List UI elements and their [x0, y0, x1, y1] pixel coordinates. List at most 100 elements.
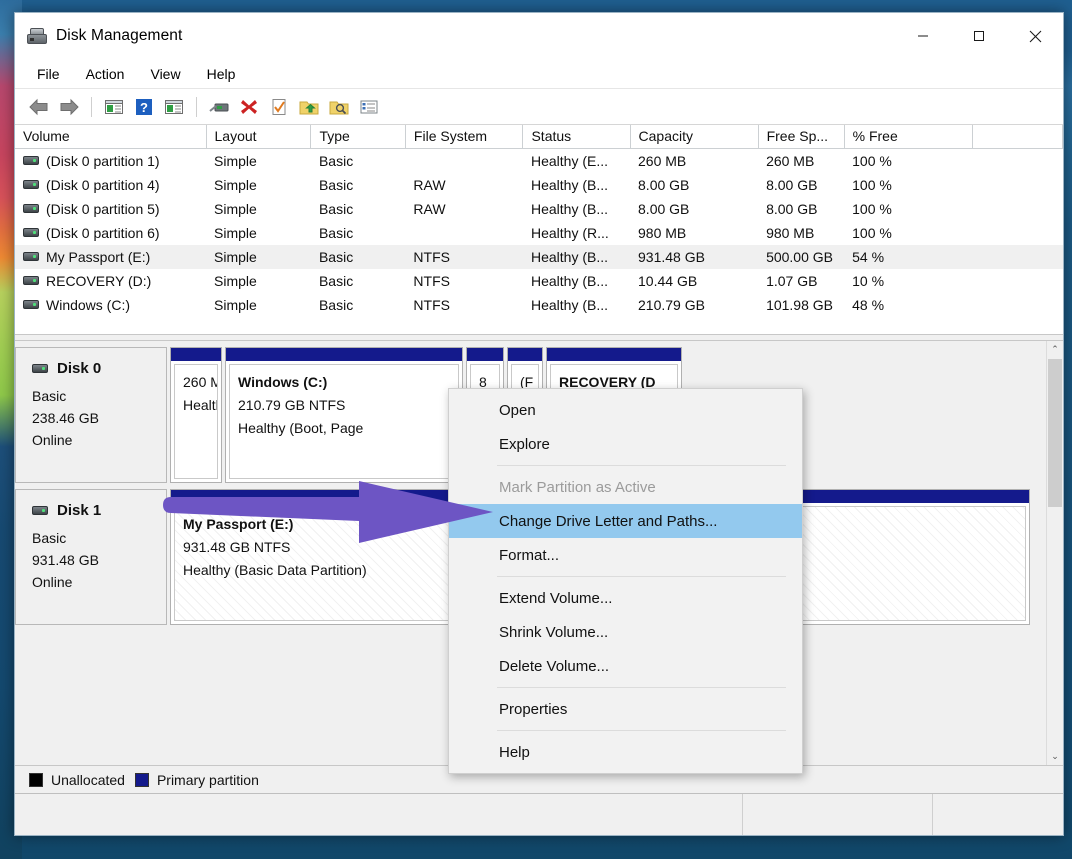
context-menu-item[interactable]: Explore	[449, 427, 802, 461]
drive-icon	[23, 252, 39, 261]
details-view-icon[interactable]	[355, 93, 383, 121]
back-arrow-icon[interactable]	[25, 93, 53, 121]
type-cell: Basic	[318, 200, 354, 217]
disk-header[interactable]: Disk 0 Basic 238.46 GB Online	[15, 347, 167, 483]
column-header-percent-free[interactable]: % Free	[844, 125, 973, 149]
partition-block[interactable]: Windows (C:) 210.79 GB NTFS Healthy (Boot,…	[225, 347, 463, 483]
disk-size: 931.48 GB	[32, 552, 99, 568]
scroll-up-button[interactable]: ⌃	[1046, 341, 1063, 358]
layout-cell: Simple	[214, 272, 257, 289]
legend-swatch	[29, 772, 43, 787]
disk-state: Online	[32, 432, 73, 448]
capacity-cell: 10.44 GB	[638, 272, 698, 289]
context-menu-separator	[497, 730, 786, 731]
legend-label: Unallocated	[51, 771, 125, 788]
drive-icon	[23, 228, 39, 237]
table-row[interactable]: RECOVERY (D:) Simple Basic NTFS Healthy (B..…	[15, 269, 1063, 293]
window-title: Disk Management	[56, 27, 183, 44]
title-bar: Disk Management	[15, 13, 1063, 59]
partition-size: 210.79 GB NTFS	[238, 397, 346, 413]
table-row[interactable]: (Disk 0 partition 5) Simple Basic RAW Health…	[15, 197, 1063, 221]
context-menu-item[interactable]: Properties	[449, 692, 802, 726]
drive-icon	[23, 276, 39, 285]
partition-color-bar	[171, 348, 221, 361]
scroll-down-button[interactable]: ⌄	[1046, 748, 1063, 765]
spacer-cell	[972, 293, 1062, 317]
column-header-file-system[interactable]: File System	[405, 125, 524, 149]
drive-icon	[23, 156, 39, 166]
spacer-cell	[972, 221, 1062, 245]
disk-kind: Basic	[32, 388, 67, 404]
volume-table: Volume Layout Type File System Status Ca…	[15, 125, 1063, 317]
title-bar-left: Disk Management	[15, 27, 182, 45]
file-system-cell	[405, 221, 523, 245]
layout-cell: Simple	[214, 152, 257, 169]
table-row[interactable]: My Passport (E:) Simple Basic NTFS Healthy (…	[15, 244, 1063, 269]
file-system-cell	[405, 149, 523, 173]
column-header-layout[interactable]: Layout	[206, 125, 312, 149]
context-menu-item[interactable]: Extend Volume...	[449, 581, 802, 615]
help-icon[interactable]: ?	[130, 93, 158, 121]
table-row[interactable]: (Disk 0 partition 1) Simple Basic Healthy (…	[15, 149, 1063, 173]
disk-header[interactable]: Disk 1 Basic 931.48 GB Online	[15, 489, 167, 625]
context-menu-separator	[497, 687, 786, 688]
check-task-icon[interactable]	[265, 93, 293, 121]
menu-action[interactable]: Action	[76, 63, 135, 85]
partition-size: 260 ME	[183, 374, 217, 390]
drive-icon	[23, 204, 39, 213]
maximize-button[interactable]	[951, 13, 1007, 59]
volume-name-cell: (Disk 0 partition 1)	[15, 149, 206, 173]
context-menu-item[interactable]: Help	[449, 735, 802, 769]
file-system-cell: NTFS	[405, 244, 523, 269]
column-header-spacer[interactable]	[972, 125, 1063, 149]
column-header-status[interactable]: Status	[522, 125, 631, 149]
table-row[interactable]: Windows (C:) Simple Basic NTFS Healthy (B...…	[15, 293, 1063, 317]
properties-drive-icon[interactable]	[205, 93, 233, 121]
scroll-thumb[interactable]	[1048, 359, 1062, 507]
capacity-cell: 210.79 GB	[638, 296, 705, 313]
find-icon[interactable]	[325, 93, 353, 121]
forward-arrow-icon[interactable]	[55, 93, 83, 121]
table-row[interactable]: (Disk 0 partition 4) Simple Basic RAW Health…	[15, 173, 1063, 197]
graphical-view-scrollbar[interactable]: ⌃ ⌄	[1046, 341, 1063, 765]
volume-label: (Disk 0 partition 4)	[46, 176, 160, 193]
column-header-free-space[interactable]: Free Sp...	[758, 125, 845, 149]
column-header-volume[interactable]: Volume	[15, 125, 207, 149]
percent-free-cell: 100 %	[852, 224, 892, 241]
show-action-pane-icon[interactable]	[160, 93, 188, 121]
context-menu-item[interactable]: Delete Volume...	[449, 649, 802, 683]
volume-table-body: (Disk 0 partition 1) Simple Basic Healthy (…	[15, 149, 1063, 317]
volume-name-cell: Windows (C:)	[15, 293, 206, 317]
status-cell: Healthy (B...	[530, 176, 608, 193]
window-controls	[895, 13, 1063, 59]
column-header-type[interactable]: Type	[310, 125, 406, 149]
legend-entry: Unallocated	[29, 772, 125, 788]
delete-icon[interactable]	[235, 93, 263, 121]
volume-list[interactable]: Volume Layout Type File System Status Ca…	[15, 125, 1063, 335]
drive-icon	[23, 180, 39, 189]
status-cell-tertiary	[933, 794, 1063, 835]
show-console-tree-icon[interactable]	[100, 93, 128, 121]
partition-block[interactable]: 260 ME Healthy	[170, 347, 222, 483]
minimize-button[interactable]	[895, 13, 951, 59]
context-menu-item[interactable]: Change Drive Letter and Paths...	[449, 504, 802, 538]
context-menu-item[interactable]: Shrink Volume...	[449, 615, 802, 649]
volume-label: My Passport (E:)	[46, 248, 151, 265]
menu-file[interactable]: File	[27, 63, 70, 85]
context-menu[interactable]: Open Explore Mark Partition as Active Chang…	[448, 388, 803, 774]
drive-icon	[23, 300, 39, 309]
partition-info: 260 ME Healthy	[174, 364, 218, 479]
table-row[interactable]: (Disk 0 partition 6) Simple Basic Healthy (…	[15, 221, 1063, 245]
export-list-icon[interactable]	[295, 93, 323, 121]
menu-help[interactable]: Help	[197, 63, 246, 85]
percent-free-cell: 100 %	[852, 152, 892, 169]
scroll-track[interactable]	[1046, 508, 1063, 748]
free-space-cell: 101.98 GB	[766, 296, 833, 313]
status-cell: Healthy (B...	[530, 296, 608, 313]
menu-view[interactable]: View	[140, 63, 190, 85]
close-button[interactable]	[1007, 13, 1063, 59]
free-space-cell: 500.00 GB	[758, 244, 845, 269]
context-menu-item[interactable]: Open	[449, 393, 802, 427]
column-header-capacity[interactable]: Capacity	[630, 125, 759, 149]
context-menu-item[interactable]: Format...	[449, 538, 802, 572]
